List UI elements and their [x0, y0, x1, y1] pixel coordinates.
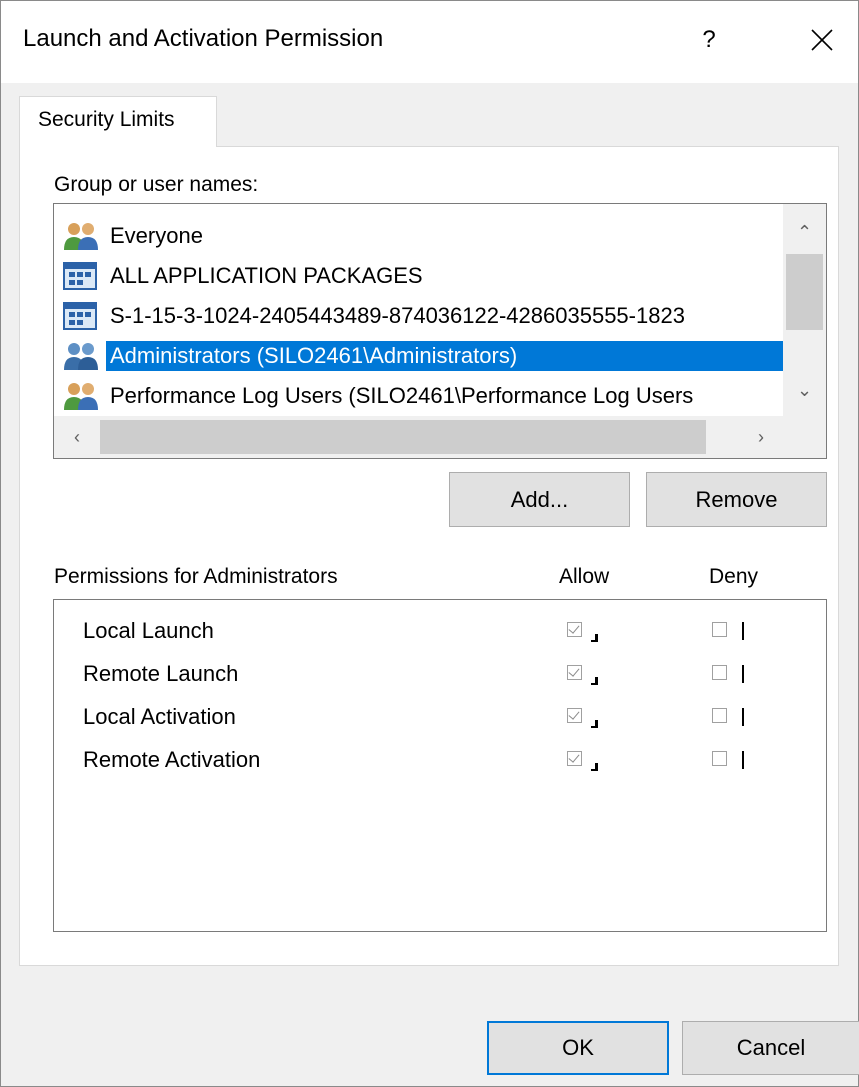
list-item[interactable]: Performance Log Users (SILO2461\Performa… — [62, 376, 822, 416]
deny-checkbox[interactable] — [712, 665, 727, 680]
add-button[interactable]: Add... — [449, 472, 630, 527]
permission-name: Local Activation — [83, 704, 236, 729]
list-item-selected[interactable]: Administrators (SILO2461\Administrators) — [62, 336, 822, 376]
close-button[interactable] — [797, 15, 847, 65]
allow-column-header: Allow — [559, 565, 610, 588]
allow-checkbox[interactable] — [567, 751, 582, 766]
chevron-down-icon[interactable]: ⌄ — [783, 370, 826, 410]
remove-button[interactable]: Remove — [646, 472, 827, 527]
horizontal-scroll-thumb[interactable] — [100, 420, 706, 454]
permission-dialog: Launch and Activation Permission ? Secur… — [0, 0, 859, 1087]
permission-row: Local Launch — [54, 612, 826, 652]
list-item[interactable]: S-1-15-3-1024-2405443489-874036122-42860… — [62, 296, 822, 336]
deny-checkbox[interactable] — [712, 622, 727, 637]
horizontal-scrollbar[interactable]: ‹ › — [54, 416, 826, 458]
chevron-up-icon[interactable]: ⌃ — [783, 212, 826, 252]
allow-checkbox[interactable] — [567, 665, 582, 680]
chevron-right-icon[interactable]: › — [738, 416, 784, 458]
vertical-scroll-thumb[interactable] — [786, 254, 823, 330]
deny-checkbox[interactable] — [712, 751, 727, 766]
window-title: Launch and Activation Permission — [23, 25, 384, 52]
permission-name: Remote Activation — [83, 747, 261, 772]
app-packages-icon — [63, 262, 97, 290]
tab-security-limits[interactable]: Security Limits — [19, 96, 217, 147]
group-users-icon — [64, 343, 98, 370]
deny-edge-mark — [742, 751, 744, 769]
allow-edge-mark — [591, 677, 598, 685]
ok-button[interactable]: OK — [487, 1021, 669, 1075]
list-item[interactable]: ALL APPLICATION PACKAGES — [62, 256, 822, 296]
chevron-left-icon[interactable]: ‹ — [54, 416, 100, 458]
deny-checkbox[interactable] — [712, 708, 727, 723]
close-icon — [811, 29, 833, 51]
allow-edge-mark — [591, 763, 598, 771]
vertical-scrollbar[interactable]: ⌃ ⌄ — [783, 204, 826, 420]
deny-column-header: Deny — [709, 565, 759, 588]
permission-row: Local Activation — [54, 698, 826, 738]
allow-edge-mark — [591, 634, 598, 642]
permissions-list: Local Launch Remote Launch Local Activat… — [53, 599, 827, 932]
permission-name: Local Launch — [83, 618, 214, 643]
deny-edge-mark — [742, 665, 744, 683]
permission-row: Remote Activation — [54, 741, 826, 781]
allow-edge-mark — [591, 720, 598, 728]
title-bar: Launch and Activation Permission ? — [1, 1, 858, 83]
deny-edge-mark — [742, 708, 744, 726]
group-users-icon — [64, 383, 98, 410]
cancel-button[interactable]: Cancel — [682, 1021, 859, 1075]
allow-checkbox[interactable] — [567, 708, 582, 723]
group-list-label: Group or user names: — [54, 173, 259, 196]
permissions-header: Permissions for Administrators — [54, 565, 338, 588]
help-button[interactable]: ? — [689, 15, 729, 65]
list-item[interactable]: Everyone — [62, 216, 822, 256]
list-item-label: ALL APPLICATION PACKAGES — [110, 263, 423, 288]
permission-name: Remote Launch — [83, 661, 239, 686]
list-item-label: Everyone — [110, 223, 203, 248]
list-item-label: Administrators (SILO2461\Administrators) — [106, 341, 785, 371]
deny-edge-mark — [742, 622, 744, 640]
list-item-label: S-1-15-3-1024-2405443489-874036122-42860… — [110, 303, 685, 328]
allow-checkbox[interactable] — [567, 622, 582, 637]
tab-label: Security Limits — [38, 108, 175, 131]
app-packages-icon — [63, 302, 97, 330]
list-item-label: Performance Log Users (SILO2461\Performa… — [110, 383, 694, 408]
group-user-list[interactable]: Everyone ALL APPLICATION PACKAGES S-1-15… — [53, 203, 827, 459]
permission-row: Remote Launch — [54, 655, 826, 695]
group-users-icon — [64, 223, 98, 250]
